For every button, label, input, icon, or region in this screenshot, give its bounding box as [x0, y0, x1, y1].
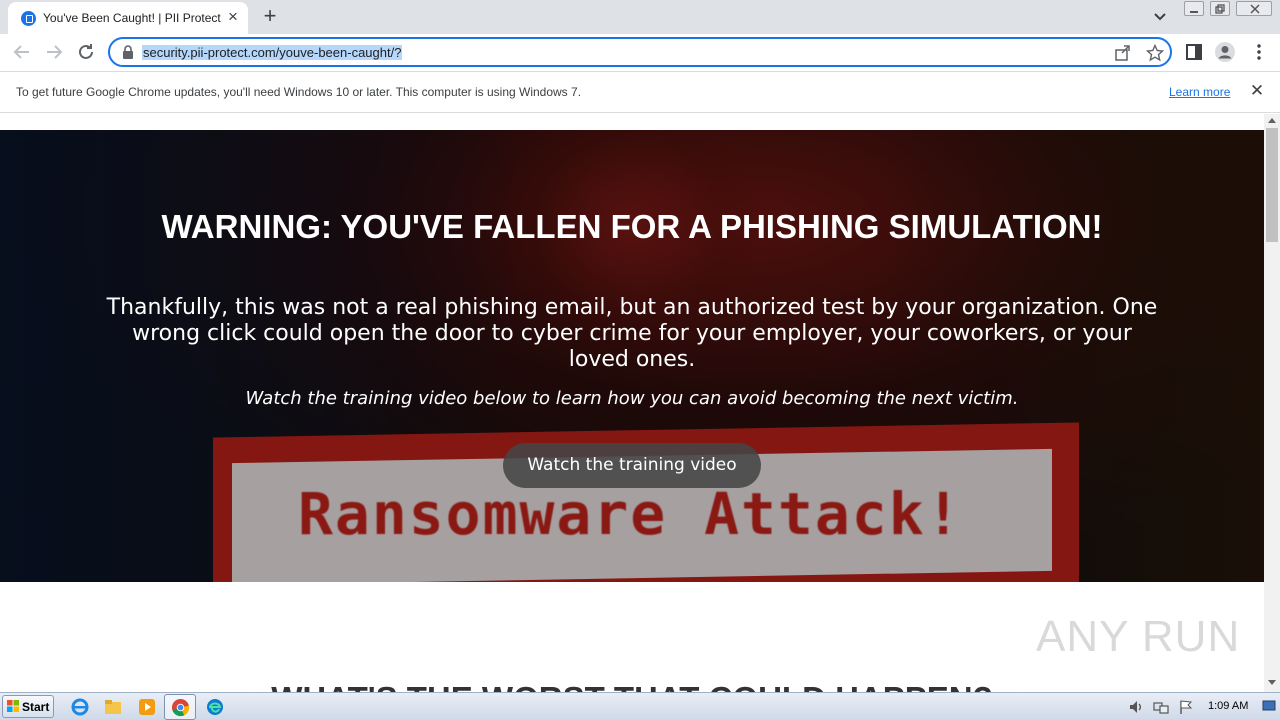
browser-toolbar: security.pii-protect.com/youve-been-caug…: [0, 34, 1280, 71]
infobar-close-icon[interactable]: ✕: [1248, 82, 1266, 100]
minimize-button[interactable]: [1184, 1, 1204, 16]
media-player-icon[interactable]: [137, 697, 157, 717]
ie-icon[interactable]: [70, 697, 90, 717]
back-arrow-icon[interactable]: [10, 40, 34, 64]
address-bar[interactable]: security.pii-protect.com/youve-been-caug…: [108, 37, 1172, 67]
lock-icon[interactable]: [122, 45, 134, 59]
windows-logo-icon: [7, 700, 19, 712]
scroll-thumb[interactable]: [1266, 128, 1278, 242]
side-panel-icon[interactable]: [1183, 41, 1205, 63]
restore-button[interactable]: [1210, 1, 1230, 16]
action-center-flag-icon[interactable]: [1178, 699, 1194, 715]
network-icon[interactable]: [1153, 699, 1169, 715]
infobar-message: To get future Google Chrome updates, you…: [16, 85, 582, 99]
explorer-icon[interactable]: [103, 697, 123, 717]
profile-avatar-icon[interactable]: [1214, 41, 1236, 63]
hero-title: WARNING: YOU'VE FALLEN FOR A PHISHING SI…: [161, 208, 1103, 245]
start-button[interactable]: Start: [2, 695, 54, 718]
hero-banner: Ransomware Attack! WARNING: YOU'VE FALLE…: [0, 130, 1264, 582]
anyrun-watermark: ANY RUN: [1036, 612, 1241, 661]
browser-tab[interactable]: You've Been Caught! | PII Protect ×: [8, 2, 248, 34]
share-icon[interactable]: [1114, 44, 1132, 62]
close-window-button[interactable]: [1236, 1, 1272, 16]
scroll-down-arrow-icon[interactable]: [1268, 680, 1276, 685]
reload-icon[interactable]: [74, 40, 98, 64]
tab-search-chevron-icon[interactable]: [1150, 8, 1170, 26]
forward-arrow-icon[interactable]: [42, 40, 66, 64]
url-text[interactable]: security.pii-protect.com/youve-been-caug…: [142, 45, 403, 60]
show-desktop-icon[interactable]: [1262, 697, 1276, 715]
update-infobar: To get future Google Chrome updates, you…: [0, 71, 1280, 113]
chrome-taskbar-button[interactable]: [164, 694, 196, 720]
page-viewport: Ransomware Attack! WARNING: YOU'VE FALLE…: [0, 114, 1264, 692]
volume-icon[interactable]: [1128, 699, 1144, 715]
more-menu-icon[interactable]: [1248, 41, 1270, 63]
scroll-up-arrow-icon[interactable]: [1268, 118, 1276, 123]
start-label: Start: [22, 700, 50, 714]
vertical-scrollbar[interactable]: [1264, 114, 1280, 692]
chrome-icon: [171, 698, 190, 717]
tab-title: You've Been Caught! | PII Protect: [43, 11, 221, 25]
hero-subtext: Watch the training video below to learn …: [245, 388, 1019, 409]
edge-icon[interactable]: [205, 697, 225, 717]
tab-strip: You've Been Caught! | PII Protect × +: [0, 0, 1280, 34]
pii-protect-lock-icon: [21, 11, 36, 26]
hero-body-text: Thankfully, this was not a real phishing…: [106, 295, 1158, 372]
taskbar-clock[interactable]: 1:09 AM: [1208, 700, 1248, 712]
windows-taskbar: Start 1:09 AM: [0, 692, 1280, 720]
learn-more-link[interactable]: Learn more: [1169, 85, 1230, 99]
new-tab-button[interactable]: +: [258, 5, 282, 29]
tab-close-icon[interactable]: ×: [224, 8, 242, 26]
watch-training-video-button[interactable]: Watch the training video: [503, 443, 761, 488]
bookmark-star-icon[interactable]: [1146, 44, 1164, 62]
section-heading: WHAT'S THE WORST THAT COULD HAPPEN?: [0, 680, 1264, 692]
